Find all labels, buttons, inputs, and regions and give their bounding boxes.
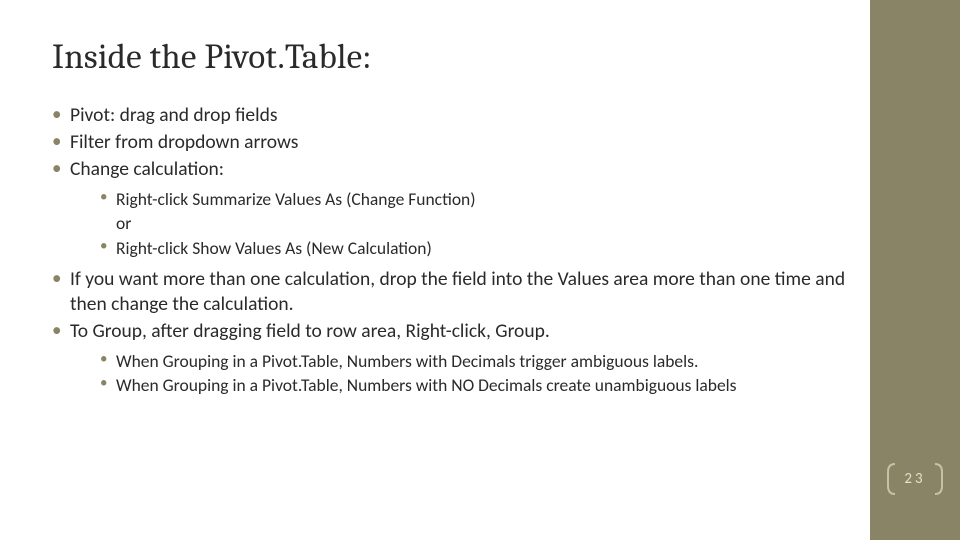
bracket-right-icon (932, 462, 946, 496)
slide-title: Inside the Pivot.Table: (52, 36, 850, 77)
sub-bullet-list: When Grouping in a Pivot.Table, Numbers … (100, 350, 850, 397)
list-item: When Grouping in a Pivot.Table, Numbers … (100, 374, 850, 396)
list-item-label: Change calculation: (70, 157, 224, 181)
or-text: or (100, 212, 850, 234)
list-item: Change calculation: Right-click Summariz… (52, 157, 850, 259)
list-item-label: To Group, after dragging field to row ar… (70, 319, 550, 343)
list-item: To Group, after dragging field to row ar… (52, 319, 850, 397)
list-item: Pivot: drag and drop fields (52, 103, 850, 128)
page-number: 23 (904, 470, 925, 488)
slide: 23 Inside the Pivot.Table: Pivot: drag a… (0, 0, 960, 540)
page-number-badge: 23 (884, 462, 946, 496)
list-item: If you want more than one calculation, d… (52, 267, 850, 317)
content-area: Inside the Pivot.Table: Pivot: drag and … (0, 0, 870, 540)
list-item: Filter from dropdown arrows (52, 130, 850, 155)
list-item: When Grouping in a Pivot.Table, Numbers … (100, 350, 850, 372)
sub-bullet-list: Right-click Summarize Values As (Change … (100, 188, 850, 259)
bracket-left-icon (884, 462, 898, 496)
bullet-list: Pivot: drag and drop fields Filter from … (52, 103, 850, 397)
list-item: Right-click Show Values As (New Calculat… (100, 237, 850, 259)
list-item: Right-click Summarize Values As (Change … (100, 188, 850, 210)
sidebar-accent: 23 (870, 0, 960, 540)
